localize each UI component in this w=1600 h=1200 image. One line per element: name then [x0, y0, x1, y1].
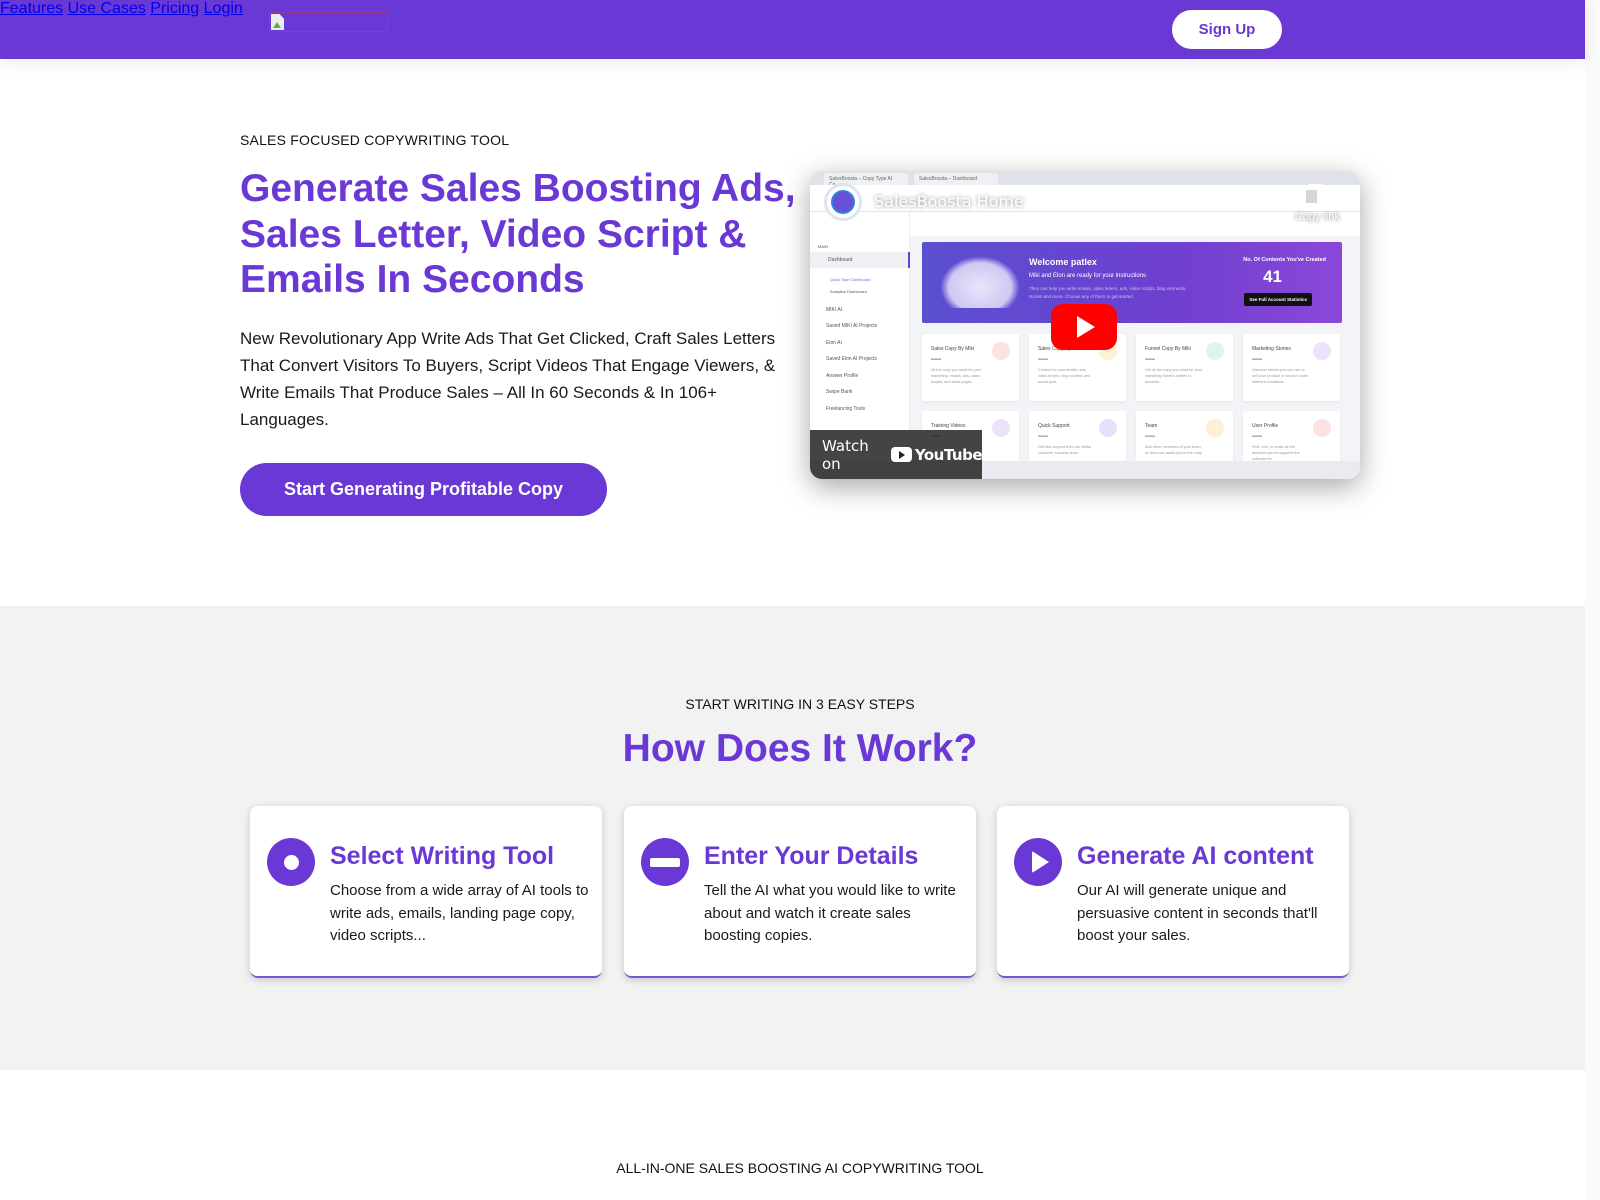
youtube-play-icon	[890, 447, 912, 462]
robot-logo-icon	[831, 190, 855, 214]
video-card-desc: Get all the copy you need for your marke…	[1145, 368, 1202, 384]
record-icon	[267, 838, 315, 886]
step-description: Tell the AI what you would like to write…	[704, 882, 956, 944]
nav-link-use-cases[interactable]: Use Cases	[68, 0, 146, 17]
copy-link-icon[interactable]	[1304, 184, 1323, 205]
video-sidebar-item: Freelancing Tools	[826, 406, 866, 412]
video-sidebar-item: Saved MIKI AI Projects	[826, 323, 878, 329]
video-card-value: -----	[1038, 357, 1048, 363]
youtube-label: YouTube	[914, 445, 983, 464]
video-sidebar-item: Elon AI	[826, 340, 842, 346]
video-card-title: Training Videos	[931, 423, 966, 429]
nav-link-features[interactable]: Features	[0, 0, 63, 17]
sign-up-button[interactable]: Sign Up	[1172, 10, 1282, 49]
all-in-one-eyebrow: ALL-IN-ONE SALES BOOSTING AI COPYWRITING…	[616, 1160, 984, 1176]
copy-link-label[interactable]: Copy link	[1295, 211, 1340, 223]
video-card-desc: Get fast support from our stellar custom…	[1038, 445, 1092, 455]
video-card-desc: All the copy you need for your marketing…	[931, 368, 982, 384]
video-card-desc: Add other members of your team, so they …	[1145, 445, 1202, 455]
video-banner-count-label: No. Of Contents You've Created	[1243, 257, 1326, 263]
video-banner-subtitle: Miki and Elon are ready for your instruc…	[1029, 273, 1147, 279]
video-card-desc: Discover stories you can use to sell you…	[1252, 368, 1309, 384]
hero-title: Generate Sales Boosting Ads, Sales Lette…	[240, 167, 796, 301]
video-card-title: Funnel Copy By Miki	[1145, 346, 1191, 352]
video-dashboard-card: Marketing Stories ----- Discover stories y…	[1243, 334, 1340, 401]
team-illustration	[940, 256, 1020, 308]
video-card-desc: Find, edit, or reuse all the answers you…	[1252, 445, 1300, 461]
video-card-value: -----	[1252, 357, 1262, 363]
video-sidebar-item: Swipe Bank	[826, 389, 853, 395]
broken-image-icon	[271, 14, 284, 30]
video-card-icon	[1313, 419, 1331, 437]
video-card-icon	[1313, 342, 1331, 360]
step-card: Generate AI content Our AI will generate…	[997, 806, 1349, 978]
video-card-title: Team	[1145, 423, 1158, 429]
video-title[interactable]: SalesBoosta Home	[874, 192, 1024, 211]
nav-link-login[interactable]: Login	[204, 0, 243, 17]
step-title: Enter Your Details	[704, 842, 919, 870]
video-sidebar-item: Quick Start Dashboard	[830, 277, 871, 282]
video-card-value: -----	[931, 357, 941, 363]
step-description: Our AI will generate unique and persuasi…	[1077, 882, 1318, 944]
video-sidebar-item: Dashboard	[828, 257, 853, 263]
steps-eyebrow: START WRITING IN 3 EASY STEPS	[685, 696, 915, 712]
nav-link-pricing[interactable]: Pricing	[150, 0, 199, 17]
hero-description: New Revolutionary App Write Ads That Get…	[240, 329, 776, 429]
play-button-icon[interactable]	[1051, 304, 1117, 350]
video-app-topbar	[910, 212, 1360, 236]
start-generating-button[interactable]: Start Generating Profitable Copy	[240, 463, 607, 516]
video-sidebar-active	[810, 252, 910, 268]
step-card: Enter Your Details Tell the AI what you …	[624, 806, 976, 978]
youtube-video-embed[interactable]: SalesBoosta – Copy Type AI Co... SalesBo…	[810, 171, 1360, 479]
video-sidebar-item: Analytics Dashboard	[830, 289, 867, 294]
video-banner-welcome: Welcome patlex	[1029, 257, 1097, 267]
video-dashboard-card: Funnel Copy By Miki ----- Get all the copy…	[1136, 334, 1233, 401]
video-browser-tabs: SalesBoosta – Copy Type AI Co... SalesBo…	[810, 171, 1360, 188]
page-scrollbar[interactable]	[1585, 0, 1600, 1200]
video-card-title: Marketing Stories	[1252, 346, 1291, 352]
video-card-value: -----	[1252, 434, 1262, 440]
steps-title: How Does It Work?	[622, 727, 978, 770]
video-card-title: Sales Copy By Miki	[931, 346, 975, 352]
step-title: Select Writing Tool	[330, 842, 555, 870]
step-description: Choose from a wide array of AI tools to …	[330, 882, 589, 944]
watch-on-label: Watch on	[822, 436, 869, 473]
top-nav-bar: Features Use Cases Pricing Login Sign Up	[0, 0, 1585, 59]
video-card-icon	[1099, 419, 1117, 437]
play-circle-icon	[1014, 838, 1062, 886]
video-card-title: User Profile	[1252, 423, 1279, 429]
minus-circle-icon	[641, 838, 689, 886]
video-card-icon	[1206, 342, 1224, 360]
video-sidebar-item: MAIN	[818, 244, 828, 249]
step-card: Select Writing Tool Choose from a wide a…	[250, 806, 602, 978]
video-card-icon	[992, 419, 1010, 437]
video-banner-count: 41	[1263, 267, 1282, 286]
video-card-value: -----	[1145, 434, 1155, 440]
video-dashboard-card: Sales Copy By Miki ----- All the copy you …	[922, 334, 1019, 401]
video-card-value: -----	[1145, 357, 1155, 363]
logo-broken-image[interactable]	[269, 12, 388, 32]
hero-eyebrow: SALES FOCUSED COPYWRITING TOOL	[240, 132, 510, 148]
video-card-title: Quick Support	[1038, 423, 1070, 429]
video-banner-stats-button: See Full Account Statistics	[1244, 293, 1312, 306]
step-title: Generate AI content	[1077, 842, 1314, 870]
video-card-icon	[1206, 419, 1224, 437]
video-banner-description: They can help you write emails, sales le…	[1029, 286, 1187, 299]
youtube-logo: YouTube	[890, 445, 983, 464]
video-welcome-banner: Welcome patlex Miki and Elon are ready f…	[922, 242, 1342, 323]
watch-on-youtube-button[interactable]: Watch on YouTube	[810, 430, 983, 479]
video-card-icon	[992, 342, 1010, 360]
video-sidebar-item: Saved Elon AI Projects	[826, 356, 877, 362]
video-browser-tab: SalesBoosta – Dashboard	[914, 173, 998, 185]
video-sidebar-item: Answer Profile	[826, 373, 859, 379]
channel-avatar[interactable]	[824, 183, 862, 221]
video-card-desc: Content for your emails, ads, video scri…	[1038, 368, 1091, 384]
video-sidebar-item: MIKI AI	[826, 307, 843, 313]
video-card-value: -----	[1038, 434, 1048, 440]
